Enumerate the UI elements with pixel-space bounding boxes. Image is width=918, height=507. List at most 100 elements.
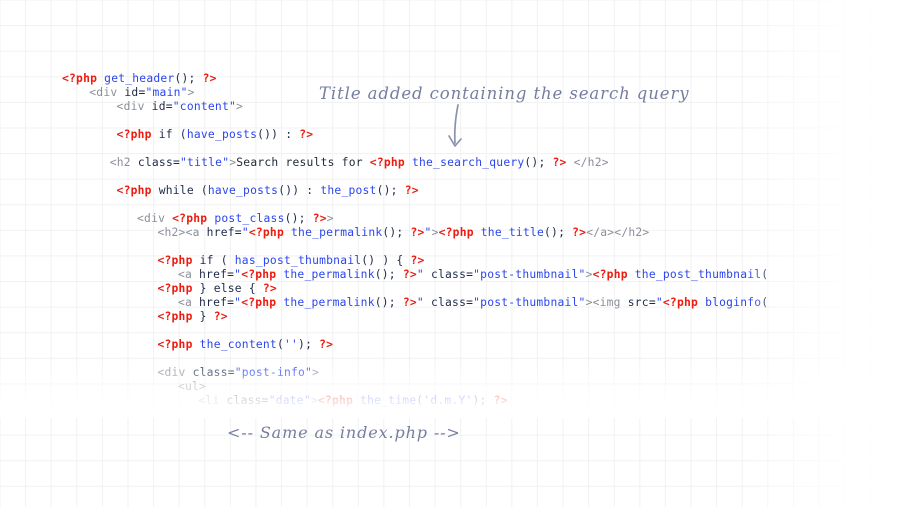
code-token: ()) :: [278, 184, 321, 197]
code-token: <a: [177, 268, 192, 281]
code-token: ?>: [404, 184, 419, 197]
code-token: ?>: [319, 338, 334, 351]
code-token: }: [192, 310, 214, 323]
code-token: >: [310, 394, 318, 407]
code-token: <ul>: [177, 380, 207, 393]
code-token: <?php: [172, 212, 208, 225]
code-token: ?>: [410, 226, 425, 239]
code-token: class=: [423, 296, 474, 309]
code-token: get_header: [104, 72, 175, 85]
code-token: ();: [374, 268, 403, 281]
line-if-have-posts: <?php if (have_posts()) : ?>: [117, 128, 314, 142]
code-token: the_time: [360, 394, 417, 407]
code-token: ><img: [585, 296, 621, 309]
line-while-have-posts: <?php while (have_posts()) : the_post();…: [117, 184, 419, 198]
code-token: </h2>: [573, 156, 609, 169]
code-token: ?>: [572, 226, 587, 239]
code-token: if (: [192, 254, 235, 267]
code-token: href=: [192, 296, 235, 309]
line-endif: <?php } ?>: [157, 310, 227, 324]
code-token: the_post_thumbnail: [634, 268, 762, 281]
code-token: >: [585, 268, 593, 281]
code-token: <?php: [116, 128, 152, 141]
line-the-content: <?php the_content(''); ?>: [157, 338, 333, 352]
code-token: "date": [268, 394, 311, 407]
code-token: "post-thumbnail": [473, 268, 586, 281]
code-token: ?>: [262, 282, 277, 295]
code-token: ": [416, 268, 424, 281]
line-div-post-info: <div class="post-info">: [157, 366, 319, 380]
code-token: <?php: [662, 296, 699, 309]
code-token: (: [276, 338, 284, 351]
code-token: has_post_thumbnail: [234, 254, 362, 267]
code-token: ?>: [312, 212, 327, 225]
code-token: <h2: [109, 156, 131, 169]
code-token: >: [312, 366, 320, 379]
code-token: '': [283, 338, 299, 351]
line-ul-open: <ul>: [178, 380, 206, 394]
code-token: bloginfo: [705, 296, 762, 309]
code-token: ?>: [410, 254, 425, 267]
code-token: () ) {: [361, 254, 411, 267]
line-div-post-class: <div <?php post_class(); ?>>: [137, 212, 334, 226]
code-token: (: [761, 296, 776, 309]
code-token: the_content: [199, 338, 277, 351]
code-token: class=: [130, 156, 181, 169]
code-token: href=: [192, 268, 235, 281]
code-token: href=: [199, 226, 242, 239]
code-token: <?php: [241, 296, 277, 309]
code-token: "post-info": [234, 366, 313, 379]
code-token: the_post: [320, 184, 377, 197]
code-token: <?php: [157, 282, 193, 295]
line-a-thumbnail-yes: <a href="<?php the_permalink(); ?>" clas…: [178, 268, 775, 282]
code-token: ?>: [213, 310, 228, 323]
code-token: the_permalink: [291, 226, 383, 239]
code-token: "content": [172, 100, 237, 113]
code-token: the_title: [480, 226, 545, 239]
code-token: ": [424, 226, 432, 239]
code-token: >: [326, 212, 334, 225]
code-token: );: [472, 394, 494, 407]
code-token: <?php: [241, 268, 277, 281]
code-token: <?php: [248, 226, 284, 239]
code-token: <?php: [592, 268, 628, 281]
code-token: class=: [423, 268, 474, 281]
code-token: ?>: [299, 128, 314, 141]
handwritten-note-title: Title added containing the search query: [319, 84, 690, 103]
code-token: "title": [180, 156, 230, 169]
code-token: <?php: [157, 310, 193, 323]
code-token: the_permalink: [283, 268, 375, 281]
code-token: (: [761, 268, 776, 281]
code-token: 'd.m.Y': [423, 394, 473, 407]
code-token: ": [241, 226, 249, 239]
code-token: >: [431, 226, 439, 239]
code-token: ?>: [493, 394, 508, 407]
code-token: post_class: [214, 212, 285, 225]
code-token: ": [416, 296, 424, 309]
code-token: <a: [177, 296, 192, 309]
code-token: </a></h2>: [586, 226, 650, 239]
line-li-date: <li class="date"><?php the_time('d.m.Y')…: [198, 394, 507, 408]
code-token: while (: [151, 184, 208, 197]
line-div-main: <div id="main">: [89, 86, 194, 100]
code-token: <?php: [369, 156, 405, 169]
code-token: <div: [157, 366, 186, 379]
handwritten-note-footer: <-- Same as index.php -->: [227, 423, 461, 442]
code-token: the_permalink: [283, 296, 375, 309]
code-token: "post-thumbnail": [473, 296, 586, 309]
code-token: <?php: [438, 226, 474, 239]
line-h2-title: <h2 class="title">Search results for <?p…: [110, 156, 609, 170]
code-token: <?php: [157, 254, 193, 267]
line-h2-permalink-title: <h2><a href="<?php the_permalink(); ?>">…: [157, 226, 649, 240]
code-token: have_posts: [186, 128, 258, 141]
code-token: id=: [144, 100, 173, 113]
code-token: <?php: [116, 184, 152, 197]
code-token: <li: [198, 394, 220, 407]
code-token: } else {: [192, 282, 263, 295]
code-token: <?php: [157, 338, 193, 351]
